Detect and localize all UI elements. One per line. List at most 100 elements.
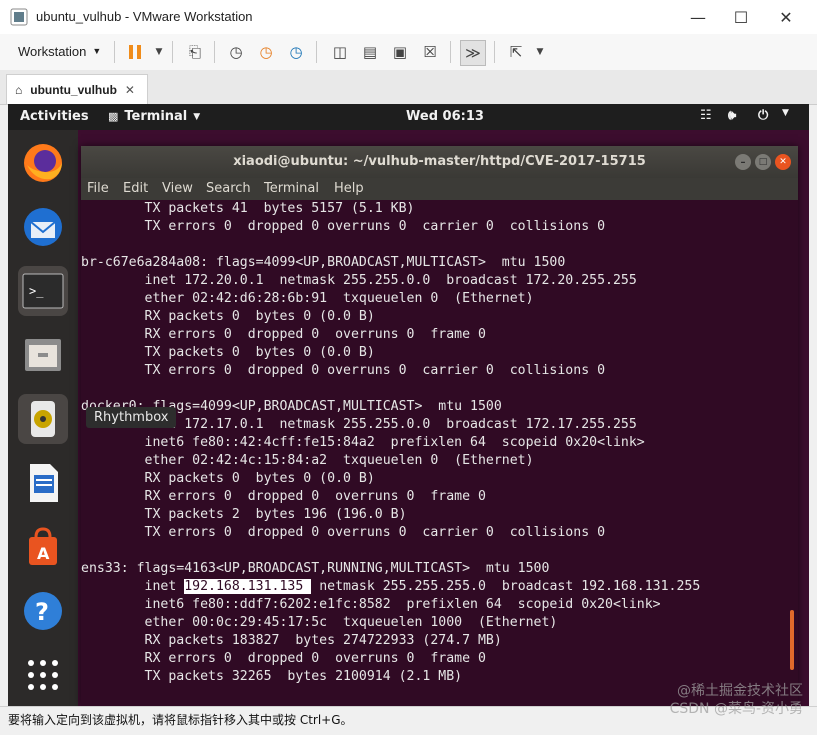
selected-ip-address[interactable]: 192.168.131.135 [184,579,312,594]
watermark-line-2: CSDN @菜鸟-资小勇 [669,701,803,717]
svg-text:?: ? [35,598,49,626]
terminal-line: RX errors 0 dropped 0 overruns 0 frame 0 [144,327,486,342]
terminal-line: RX errors 0 dropped 0 overruns 0 frame 0 [144,651,486,666]
output-lines-after: inet6 fe80::ddf7:6202:e1fc:8582 prefixle… [81,597,661,684]
terminal-line: ether 02:42:4c:15:84:a2 txqueuelen 0 (Et… [144,453,534,468]
inet-line: inet 192.168.131.135 netmask 255.255.255… [81,579,700,594]
tab-label: ubuntu_vulhub [30,82,117,97]
snapshot-manager-icon[interactable]: ◷ [284,40,308,64]
unity-icon[interactable]: ☒ [418,40,442,64]
tab-ubuntu-vulhub[interactable]: ⌂ ubuntu_vulhub ✕ [6,74,148,104]
terminal-line: ens33: flags=4163<UP,BROADCAST,RUNNING,M… [81,561,550,576]
chevron-down-icon: ▼ [193,111,201,122]
console-view-icon[interactable]: ≫ [460,40,486,66]
guest-display[interactable]: Activities ▩ Terminal ▼ Wed 06:13 ☷ 🕪 ⏻ … [8,104,809,706]
activities-button[interactable]: Activities [20,109,89,124]
terminal-line: br-c67e6a284a08: flags=4099<UP,BROADCAST… [81,255,566,270]
network-icon[interactable]: ☷ [700,108,712,123]
ubuntu-dock: >_ A ? [8,130,78,706]
terminal-line: inet6 fe80::ddf7:6202:e1fc:8582 prefixle… [144,597,661,612]
terminal-scrollbar[interactable] [790,610,794,670]
files-icon[interactable] [18,330,68,380]
toolbar-divider [114,41,115,63]
menu-view[interactable]: View [162,181,193,196]
toolbar-divider [172,41,173,63]
revert-snapshot-icon[interactable]: ◷ [254,40,278,64]
app-menu-label: Terminal [124,109,188,124]
terminal-line: RX packets 0 bytes 0 (0.0 B) [144,471,375,486]
terminal-line: inet6 fe80::42:4cff:fe15:84a2 prefixlen … [144,435,645,450]
terminal-icon[interactable]: >_ [18,266,68,316]
minimize-icon[interactable]: – [735,154,751,170]
workstation-menu-label: Workstation [18,43,87,59]
thunderbird-icon[interactable] [18,202,68,252]
terminal-line: TX packets 2 bytes 196 (196.0 B) [144,507,407,522]
terminal-small-icon: ▩ [108,110,119,123]
show-apps-icon[interactable] [18,650,68,700]
svg-text:A: A [37,544,50,563]
toolbar-divider [316,41,317,63]
status-message: 要将输入定向到该虚拟机，请将鼠标指针移入其中或按 Ctrl+G。 [8,713,353,727]
maximize-icon[interactable]: □ [755,154,771,170]
close-icon[interactable]: ✕ [775,154,791,170]
terminal-menubar: File Edit View Search Terminal Help [81,178,798,200]
home-vm-icon: ⌂ [15,82,23,97]
close-tab-icon[interactable]: ✕ [125,83,135,97]
terminal-line: TX errors 0 dropped 0 overruns 0 carrier… [144,363,606,378]
pause-icon[interactable] [123,40,147,64]
app-menu-button[interactable]: ▩ Terminal ▼ [108,109,200,124]
software-center-icon[interactable]: A [18,522,68,572]
output-lines-before: TX packets 41 bytes 5157 (5.1 KB) TX err… [81,201,645,576]
terminal-title: xiaodi@ubuntu: ~/vulhub-master/httpd/CVE… [233,154,646,169]
inet-prefix: inet [81,579,185,594]
inet-suffix: netmask 255.255.255.0 broadcast 192.168.… [311,579,701,594]
terminal-line: TX packets 0 bytes 0 (0.0 B) [144,345,375,360]
menu-edit[interactable]: Edit [123,181,148,196]
full-screen-icon[interactable]: ▣ [388,40,412,64]
ubuntu-top-bar: Activities ▩ Terminal ▼ Wed 06:13 ☷ 🕪 ⏻ … [8,104,809,130]
send-ctrl-alt-del-icon[interactable]: ⎗ [183,40,207,64]
terminal-line: ether 02:42:d6:28:6b:91 txqueuelen 0 (Et… [144,291,534,306]
terminal-line: ether 00:0c:29:45:17:5c txqueuelen 1000 … [144,615,558,630]
thumbnail-bar-icon[interactable]: ▤ [358,40,382,64]
terminal-titlebar[interactable]: xiaodi@ubuntu: ~/vulhub-master/httpd/CVE… [81,146,798,178]
menu-file[interactable]: File [87,181,109,196]
menu-search[interactable]: Search [206,181,251,196]
terminal-line: RX packets 183827 bytes 274722933 (274.7… [144,633,502,648]
menu-help[interactable]: Help [334,181,364,196]
toolbar-divider [450,41,451,63]
toolbar-divider [494,41,495,63]
vm-tab-strip: ⌂ ubuntu_vulhub ✕ [0,70,817,105]
terminal-window[interactable]: xiaodi@ubuntu: ~/vulhub-master/httpd/CVE… [81,146,798,706]
toolbar-divider [214,41,215,63]
snapshot-icon[interactable]: ◷ [224,40,248,64]
dock-tooltip: Rhythmbox [86,407,177,428]
chevron-down-icon[interactable]: ▼ [782,108,789,118]
terminal-line: RX packets 0 bytes 0 (0.0 B) [144,309,375,324]
maximize-button[interactable]: ☐ [718,0,764,34]
terminal-output[interactable]: TX packets 41 bytes 5157 (5.1 KB) TX err… [81,200,798,706]
writer-icon[interactable] [18,458,68,508]
show-library-icon[interactable]: ◫ [328,40,352,64]
close-button[interactable]: ✕ [763,0,809,34]
pause-dropdown-icon[interactable]: ▼ [147,40,171,64]
workstation-menu-button[interactable]: Workstation ▼ [10,38,109,64]
help-icon[interactable]: ? [18,586,68,636]
rhythmbox-icon[interactable] [18,394,68,444]
stretch-guest-icon[interactable]: ⇱ [504,40,528,64]
power-icon[interactable]: ⏻ [758,108,768,123]
volume-icon[interactable]: 🕪 [728,108,736,123]
terminal-line: RX errors 0 dropped 0 overruns 0 frame 0 [144,489,486,504]
window-title: ubuntu_vulhub - VMware Workstation [36,9,253,24]
minimize-button[interactable]: — [675,0,721,34]
menu-terminal[interactable]: Terminal [264,181,319,196]
vmware-titlebar: ubuntu_vulhub - VMware Workstation — ☐ ✕ [0,0,817,35]
terminal-line: TX errors 0 dropped 0 overruns 0 carrier… [144,525,606,540]
terminal-text: TX packets 41 bytes 5157 (5.1 KB) TX err… [81,200,798,686]
stretch-dropdown-icon[interactable]: ▼ [528,40,552,64]
clock[interactable]: Wed 06:13 [406,109,484,124]
vmware-toolbar: Workstation ▼ ▼ ⎗ ◷ ◷ ◷ ◫ ▤ ▣ ☒ ≫ ⇱ ▼ [0,34,817,71]
watermark-line-1: @稀土掘金技术社区 [677,683,803,699]
terminal-line: inet 172.20.0.1 netmask 255.255.0.0 broa… [144,273,637,288]
firefox-icon[interactable] [18,138,68,188]
